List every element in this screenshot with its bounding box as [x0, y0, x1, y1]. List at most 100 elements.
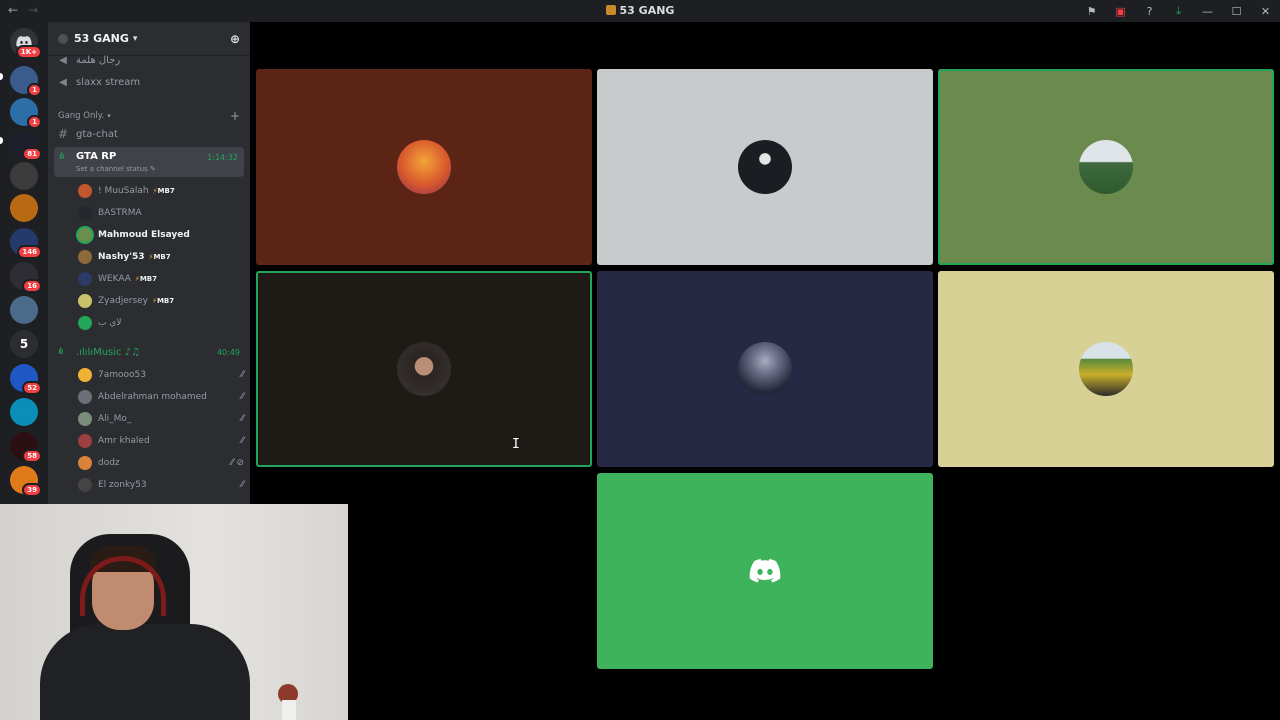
server-icon[interactable]: 146 — [10, 228, 42, 259]
voice-channel-item[interactable]: ◀ رجال هلمة — [56, 50, 244, 70]
voice-channel-item[interactable]: ◀ slaxx stream — [56, 72, 244, 92]
chevron-down-icon: ▾ — [107, 112, 111, 120]
server-icon[interactable]: 1 — [10, 98, 42, 129]
voice-user[interactable]: WEKAA ⚡MB7 — [78, 269, 244, 289]
server-icon[interactable] — [10, 296, 38, 324]
server-folder[interactable]: 5 — [10, 330, 38, 358]
mention-badge: 1 — [27, 83, 42, 97]
window-title: 53 GANG — [619, 4, 675, 17]
video-tile-user-2[interactable] — [597, 69, 933, 265]
voice-user[interactable]: Mahmoud Elsayed — [78, 225, 244, 245]
invite-people-icon[interactable]: ⊕ — [230, 32, 240, 46]
user-name: Amr khaled — [98, 436, 150, 446]
maximize-icon[interactable]: ☐ — [1222, 5, 1251, 18]
deafened-icon: ⁄⁄ — [240, 370, 244, 380]
server-icon[interactable] — [10, 398, 38, 426]
create-channel-icon[interactable]: + — [230, 109, 240, 123]
channel-sidebar: 53 GANG ▾ ⊕ ◀ رجال هلمة ◀ slaxx stream G… — [48, 22, 250, 504]
server-icon[interactable]: 52 — [10, 364, 42, 395]
user-avatar — [397, 342, 451, 396]
plant-pot — [282, 700, 296, 720]
user-avatar — [738, 342, 792, 396]
video-tile-user-7[interactable] — [597, 473, 933, 669]
server-icon[interactable]: 1 — [10, 66, 42, 97]
voice-user[interactable]: BASTRMA — [78, 203, 244, 223]
avatar — [78, 206, 92, 220]
close-icon[interactable]: ✕ — [1251, 5, 1280, 18]
mention-badge: 1 — [27, 115, 42, 129]
video-tile-user-5[interactable] — [597, 271, 933, 467]
voice-user[interactable]: 7amooo53 ⁄⁄ — [78, 365, 244, 385]
voice-user[interactable]: Ali_Mo_ ⁄⁄ — [78, 409, 244, 429]
unread-pill — [0, 73, 3, 80]
home-discord-icon[interactable]: 1K+ — [10, 28, 42, 59]
user-tag: ⚡MB7 — [152, 187, 175, 195]
user-name: WEKAA — [98, 274, 131, 284]
voice-user[interactable]: Nashy'53 ⚡MB7 — [78, 247, 244, 267]
download-icon[interactable]: ⤓ — [1164, 4, 1193, 18]
user-name: El zonky53 — [98, 480, 147, 490]
deafened-icon: ⁄⁄ — [240, 414, 244, 424]
speaker-icon: ◀ — [59, 54, 67, 66]
voice-timer: 1:14:32 — [207, 153, 238, 162]
unread-pill — [0, 137, 3, 144]
channel-name: .ılılıMusic ♪♫ — [76, 346, 141, 358]
text-channel-item[interactable]: # gta-chat — [56, 124, 244, 144]
video-tile-user-4[interactable] — [256, 271, 592, 467]
user-name: 7amooo53 — [98, 370, 146, 380]
video-tile-user-1[interactable] — [256, 69, 592, 265]
user-name: Zyadjersey — [98, 296, 149, 306]
voice-user[interactable]: El zonky53 ⁄⁄ — [78, 475, 244, 495]
voice-user[interactable]: لاي ب — [78, 313, 244, 333]
avatar — [78, 412, 92, 426]
user-name: dodz — [98, 458, 120, 468]
guild-name: 53 GANG — [74, 32, 129, 45]
server-icon[interactable]: 81 — [10, 130, 42, 161]
video-tile-user-6[interactable] — [938, 271, 1274, 467]
server-icon[interactable]: 39 — [10, 466, 42, 497]
voice-user[interactable]: Abdelrahman mohamed ⁄⁄ — [78, 387, 244, 407]
server-icon[interactable]: 16 — [10, 262, 42, 293]
avatar — [78, 434, 92, 448]
avatar — [78, 294, 92, 308]
voice-user[interactable]: dodz ⁄⁄ ⊘ — [78, 453, 244, 473]
active-voice-channel[interactable]: ılı GTA RP Set a channel status ✎ 1:14:3… — [54, 147, 244, 177]
category-header[interactable]: Gang Only. ▾ + — [58, 109, 240, 123]
video-tile-user-3[interactable] — [938, 69, 1274, 265]
user-name: Mahmoud Elsayed — [98, 230, 190, 240]
voice-user[interactable]: ! MuuSalah ⚡MB7 — [78, 181, 244, 201]
title-bar: ← → 53 GANG ⚑ ▣ ? ⤓ — ☐ ✕ — [0, 0, 1280, 22]
voice-channel-item[interactable]: ılı .ılılıMusic ♪♫ 40:49 — [54, 342, 244, 362]
help-icon[interactable]: ? — [1135, 5, 1164, 18]
voice-user[interactable]: Zyadjersey ⚡MB7 — [78, 291, 244, 311]
mention-badge: 81 — [22, 147, 42, 161]
user-name: Ali_Mo_ — [98, 414, 132, 424]
deafened-icon: ⁄⁄ ⊘ — [230, 458, 244, 468]
server-icon[interactable] — [10, 162, 38, 190]
server-icon[interactable] — [10, 194, 38, 222]
guild-icon — [605, 5, 616, 15]
user-avatar — [1079, 342, 1133, 396]
server-icon[interactable]: 58 — [10, 432, 42, 463]
channel-name: slaxx stream — [76, 76, 141, 88]
user-avatar — [1079, 140, 1133, 194]
webcam-overlay — [0, 504, 348, 720]
mention-badge: 58 — [22, 449, 42, 463]
avatar — [78, 316, 92, 330]
minimize-icon[interactable]: — — [1193, 5, 1222, 18]
channel-name: gta-chat — [76, 128, 118, 140]
avatar — [78, 184, 92, 198]
user-name: ! MuuSalah — [98, 186, 149, 196]
speaker-icon: ◀ — [59, 76, 67, 88]
screen-icon[interactable]: ▣ — [1106, 5, 1135, 18]
server-rail: 1K+ 1 1 81 146 16 5 52 58 39 — [0, 22, 48, 504]
avatar — [78, 478, 92, 492]
inbox-icon[interactable]: ⚑ — [1077, 5, 1106, 18]
mention-badge: 146 — [17, 245, 42, 259]
text-cursor-icon: I — [512, 437, 520, 452]
avatar — [78, 272, 92, 286]
hash-icon: # — [57, 127, 69, 141]
voice-user[interactable]: Amr khaled ⁄⁄ — [78, 431, 244, 451]
avatar — [78, 228, 92, 242]
channel-status[interactable]: Set a channel status ✎ — [76, 165, 156, 173]
